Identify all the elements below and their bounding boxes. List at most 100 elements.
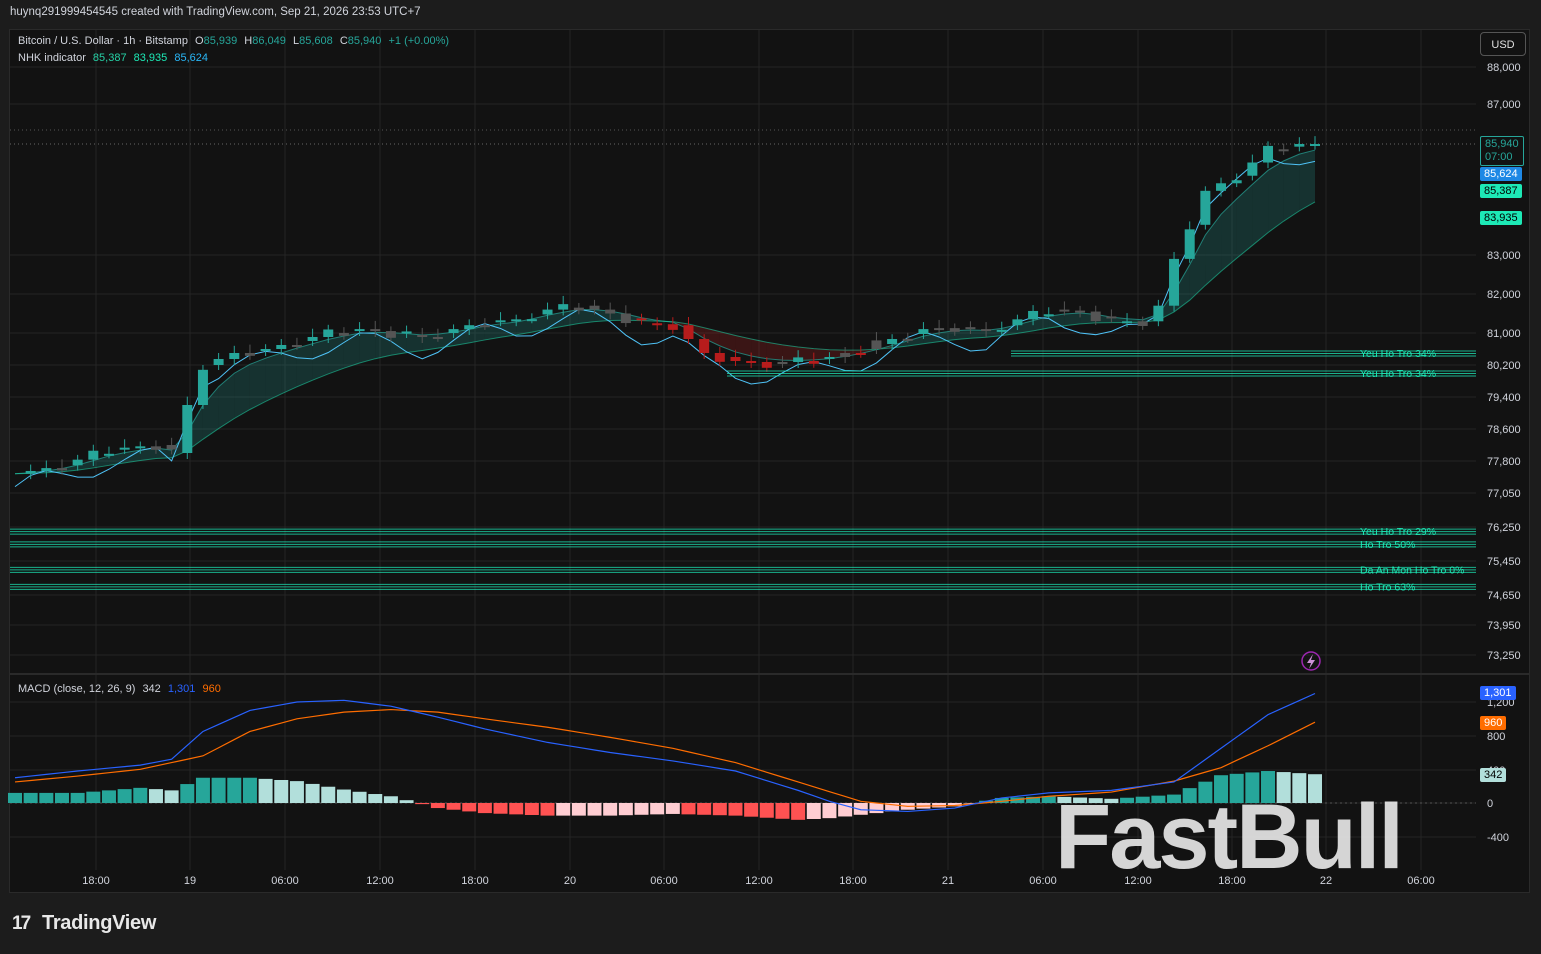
time-axis-label: 20 [564, 875, 576, 887]
macd-hist-value: 342 [142, 683, 161, 695]
time-axis-label: 06:00 [1407, 875, 1435, 887]
indicator-name[interactable]: NHK indicator [18, 52, 86, 64]
fastbull-watermark: FastBull [1055, 786, 1404, 888]
macd-hist-bar [477, 803, 492, 814]
candle-body [119, 447, 130, 450]
candle-body [605, 309, 616, 314]
candle-body [1184, 229, 1195, 259]
candle-body [949, 328, 960, 332]
macd-hist-bar [148, 789, 163, 803]
bull-cloud-segment [343, 333, 360, 369]
macd-hist-bar [23, 792, 38, 803]
candle-body [1028, 310, 1039, 320]
macd-signal-tag: 960 [1480, 716, 1507, 730]
candle-body [683, 325, 694, 339]
macd-hist-bar [86, 791, 101, 803]
price-axis-label: 80,200 [1487, 360, 1521, 372]
candle-body [385, 331, 396, 338]
price-axis-label: 77,050 [1487, 488, 1521, 500]
time-axis-label: 18:00 [461, 875, 489, 887]
candle-body [777, 362, 788, 364]
macd-hist-bar [587, 803, 602, 816]
indicator-value-2: 83,935 [133, 52, 168, 64]
candle-body [41, 468, 52, 471]
candle-body [1263, 145, 1274, 163]
price-axis-label: 87,000 [1487, 99, 1521, 111]
bull-cloud-segment [296, 343, 313, 387]
macd-hist-bar [39, 792, 54, 803]
bull-cloud-segment [312, 339, 329, 381]
candle-body [401, 331, 412, 334]
candle-body [1090, 311, 1101, 322]
macd-hist-bar [603, 803, 618, 816]
macd-signal-value: 960 [202, 683, 221, 695]
bull-cloud-segment [1299, 150, 1315, 211]
macd-hist-bar [665, 803, 680, 814]
candle-body [981, 329, 992, 332]
candle-body [229, 353, 240, 359]
candle-body [432, 337, 443, 339]
macd-hist-bar [556, 803, 571, 816]
tradingview-logo-icon: 17 [12, 913, 31, 934]
candle-body [1310, 144, 1320, 147]
change-value: +1 (+0.00%) [388, 35, 450, 47]
currency-button[interactable]: USD [1480, 32, 1526, 56]
time-axis-label: 18:00 [839, 875, 867, 887]
time-axis-label: 21 [942, 875, 954, 887]
macd-hist-bar [54, 792, 69, 803]
macd-hist-bar [869, 803, 884, 814]
macd-hist-bar [681, 803, 696, 815]
candle-body [918, 329, 929, 334]
macd-hist-bar [383, 796, 398, 803]
macd-hist-bar [133, 787, 148, 803]
candle-body [25, 470, 36, 474]
candle-body [1169, 258, 1180, 306]
macd-hist-bar [822, 803, 837, 819]
macd-hist-bar [775, 803, 790, 819]
candle-body [542, 309, 553, 315]
candle-body [323, 329, 334, 337]
macd-line-value: 1,301 [167, 683, 196, 695]
macd-hist-bar [446, 803, 461, 810]
time-axis-label: 18:00 [82, 875, 110, 887]
candle-body [526, 319, 537, 322]
price-axis-label: 79,400 [1487, 392, 1521, 404]
time-axis-label: 12:00 [366, 875, 394, 887]
price-axis-label: 73,250 [1487, 650, 1521, 662]
macd-hist-bar [650, 803, 665, 815]
macd-hist-bar [227, 777, 242, 803]
candle-body [479, 325, 490, 328]
candle-body [1247, 162, 1258, 176]
macd-hist-bar [399, 800, 414, 803]
candle-body [307, 337, 318, 341]
indicator-legend: NHK indicator 85,387 83,935 85,624 [18, 52, 212, 64]
macd-hist-bar [791, 803, 806, 820]
candle-body [72, 459, 83, 466]
candle-body [1043, 314, 1054, 317]
price-axis-label: 82,000 [1487, 289, 1521, 301]
macd-hist-bar [806, 803, 821, 819]
candle-body [589, 305, 600, 310]
macd-hist-bar [258, 778, 273, 803]
macd-hist-bar [195, 777, 210, 803]
macd-hist-bar [274, 779, 289, 803]
candle-body [699, 339, 710, 353]
support-level-label: Ho Tro 63% [1360, 581, 1415, 593]
candle-body [636, 318, 647, 321]
macd-hist-bar [242, 777, 257, 803]
symbol-title[interactable]: Bitcoin / U.S. Dollar · 1h · Bitstamp [18, 35, 188, 47]
candle-body [448, 329, 459, 333]
candle-body [244, 353, 255, 356]
candle-body [746, 361, 757, 363]
tradingview-logo[interactable]: 17 TradingView [12, 912, 156, 935]
lightning-icon-bolt [1307, 654, 1315, 669]
price-axis-label: 88,000 [1487, 62, 1521, 74]
candle-body [652, 323, 663, 326]
macd-hist-bar [289, 781, 304, 803]
candle-body [291, 345, 302, 347]
macd-hist-bar [368, 794, 383, 803]
candle-body [417, 335, 428, 337]
support-level-label: Da An Mon Ho Tro 0% [1360, 564, 1464, 576]
macd-name[interactable]: MACD (close, 12, 26, 9) [18, 683, 135, 695]
candle-body [56, 468, 67, 471]
